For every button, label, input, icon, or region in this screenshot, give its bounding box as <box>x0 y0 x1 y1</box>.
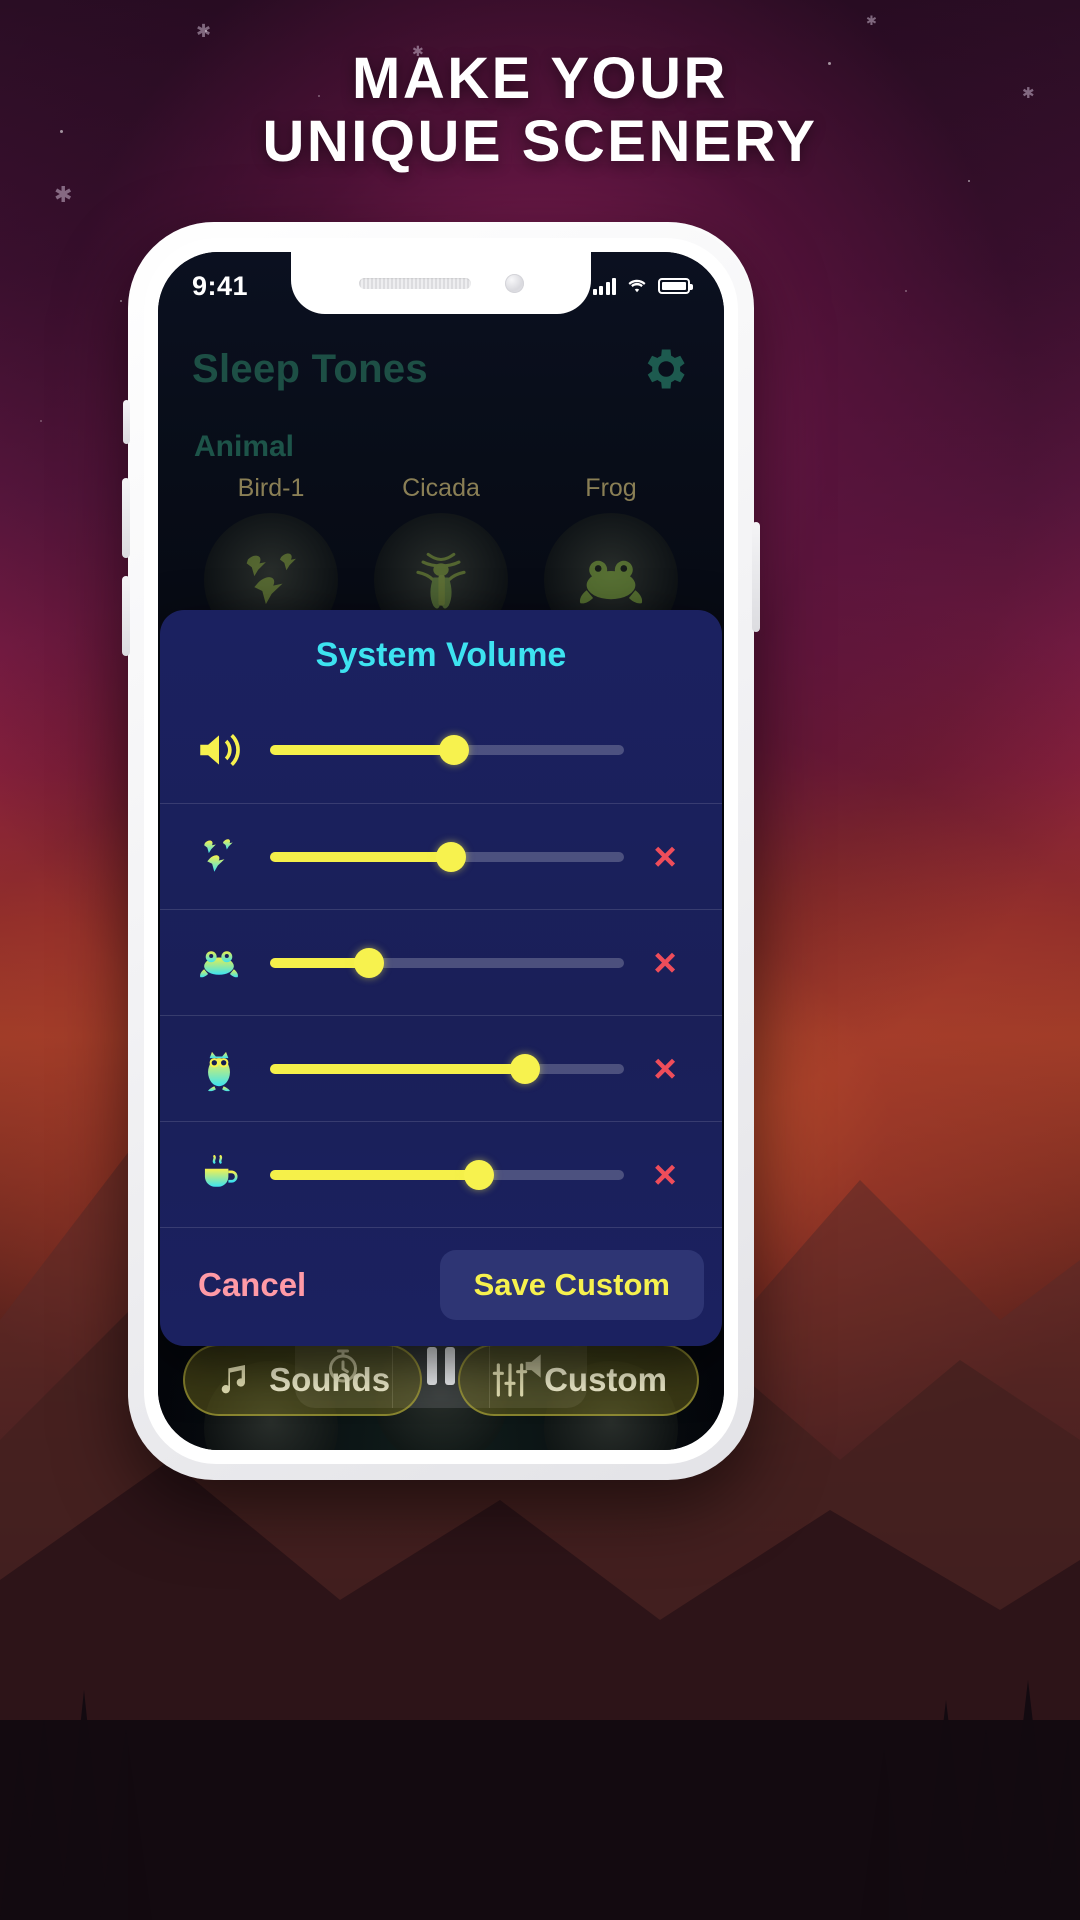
volume-slider-frog[interactable] <box>270 947 624 978</box>
poster-headline: MAKE YOUR UNIQUE SCENERY <box>0 46 1080 174</box>
bottom-navigation: Sounds Custom <box>158 1344 724 1416</box>
page-title: Sleep Tones <box>192 346 428 391</box>
nav-sounds-button[interactable]: Sounds <box>183 1344 423 1416</box>
birds-icon <box>194 832 260 882</box>
frog-icon <box>194 938 260 988</box>
poster-background: ✱ ✱ ✱ ✱ ✱ ✱ MAKE YOUR UNIQUE SCENERY <box>0 0 1080 1920</box>
speaker-volume-icon <box>194 725 260 775</box>
phone-screen: 9:41 Sleep Tones Animal Bird-1 Cicada Fr… <box>158 252 724 1450</box>
volume-slider-owl[interactable] <box>270 1053 624 1084</box>
sound-tile-label: Cicada <box>402 474 480 502</box>
volume-row-owl: × <box>160 1015 722 1121</box>
cicada-icon <box>416 552 466 609</box>
status-bar-clock: 9:41 <box>192 270 249 301</box>
sliders-icon <box>492 1363 528 1397</box>
volume-slider-master[interactable] <box>270 735 624 765</box>
owl-icon <box>194 1044 260 1094</box>
birds-icon <box>246 553 296 605</box>
remove-sound-coffee-button[interactable]: × <box>634 1155 696 1195</box>
music-note-icon <box>221 1365 246 1394</box>
battery-icon <box>658 278 693 294</box>
app-header: Sleep Tones <box>158 326 724 412</box>
volume-slider-coffee[interactable] <box>270 1159 624 1190</box>
status-bar-icons <box>592 276 693 296</box>
volume-row-coffee: × <box>160 1121 722 1227</box>
earpiece-speaker-icon <box>358 277 471 289</box>
sound-tile-label: Frog <box>585 474 637 502</box>
remove-sound-bird-button[interactable]: × <box>634 837 696 877</box>
volume-row-frog: × <box>160 909 722 1015</box>
remove-sound-frog-button[interactable]: × <box>634 943 696 983</box>
dialog-footer: Cancel Save Custom <box>160 1227 722 1346</box>
cancel-button[interactable]: Cancel <box>198 1266 306 1304</box>
phone-volume-up-button <box>122 478 130 558</box>
phone-mockup: 9:41 Sleep Tones Animal Bird-1 Cicada Fr… <box>122 222 760 1480</box>
phone-bezel: 9:41 Sleep Tones Animal Bird-1 Cicada Fr… <box>144 238 738 1464</box>
nav-sounds-label: Sounds <box>269 1361 391 1398</box>
sound-tile-label: Bird-1 <box>237 474 305 502</box>
frog-icon <box>579 560 643 604</box>
front-camera-icon <box>504 273 524 293</box>
headline-line-1: MAKE YOUR <box>352 46 728 111</box>
save-custom-button[interactable]: Save Custom <box>439 1250 704 1320</box>
nav-custom-label: Custom <box>544 1361 667 1398</box>
wifi-icon <box>628 279 646 293</box>
gear-icon[interactable] <box>638 343 690 395</box>
cellular-signal-icon <box>592 277 616 295</box>
phone-notch <box>291 252 591 314</box>
section-label-animal: Animal <box>194 430 295 463</box>
system-volume-dialog: System Volume × × × × Cancel Save Custom <box>160 610 722 1346</box>
headline-line-2: UNIQUE SCENERY <box>262 108 818 174</box>
coffee-cup-icon <box>194 1150 260 1200</box>
phone-volume-down-button <box>122 576 130 656</box>
volume-row-bird: × <box>160 803 722 909</box>
phone-mute-switch <box>123 400 130 444</box>
dialog-title: System Volume <box>315 636 567 674</box>
remove-sound-owl-button[interactable]: × <box>634 1049 696 1089</box>
volume-slider-bird[interactable] <box>270 841 624 872</box>
nav-custom-button[interactable]: Custom <box>458 1344 699 1416</box>
volume-row-master <box>160 697 722 803</box>
phone-power-button <box>752 522 760 632</box>
